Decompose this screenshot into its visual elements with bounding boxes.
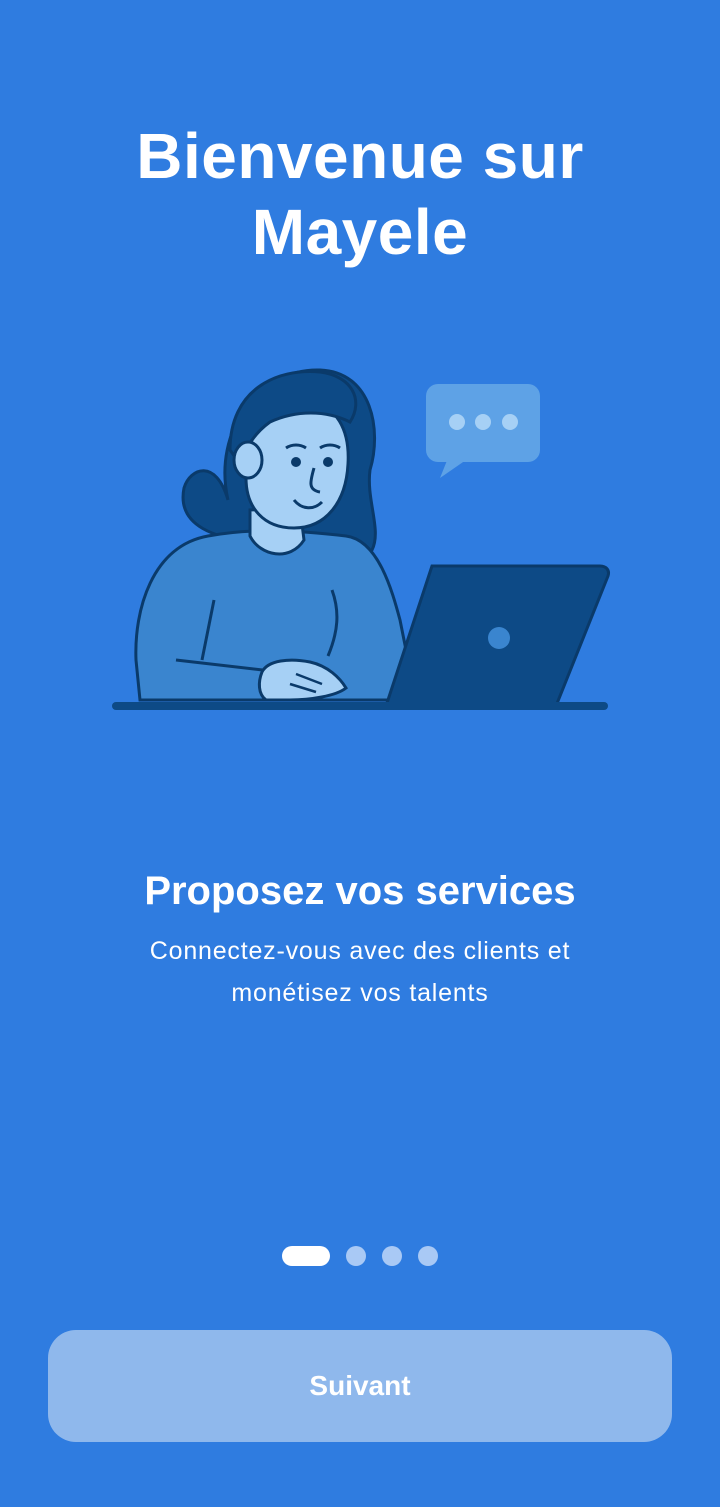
next-button[interactable]: Suivant [48, 1330, 672, 1442]
welcome-title-line-2: Mayele [251, 196, 469, 268]
chat-bubble-icon [426, 384, 540, 478]
page-indicator-dot[interactable] [418, 1246, 438, 1266]
onboarding-screen: Bienvenue sur Mayele Proposez vos servic… [0, 0, 720, 1507]
welcome-title-line-1: Bienvenue sur [136, 120, 584, 192]
woman-at-laptop-illustration [100, 360, 620, 720]
welcome-title: Bienvenue sur Mayele [0, 118, 720, 270]
slide-headline: Proposez vos services [144, 869, 576, 913]
page-indicator [0, 1245, 720, 1267]
page-indicator-dot-active[interactable] [282, 1246, 330, 1266]
slide-description: Connectez-vous avec des clients et monét… [149, 937, 571, 1007]
page-indicator-dot[interactable] [382, 1246, 402, 1266]
page-indicator-dot[interactable] [346, 1246, 366, 1266]
